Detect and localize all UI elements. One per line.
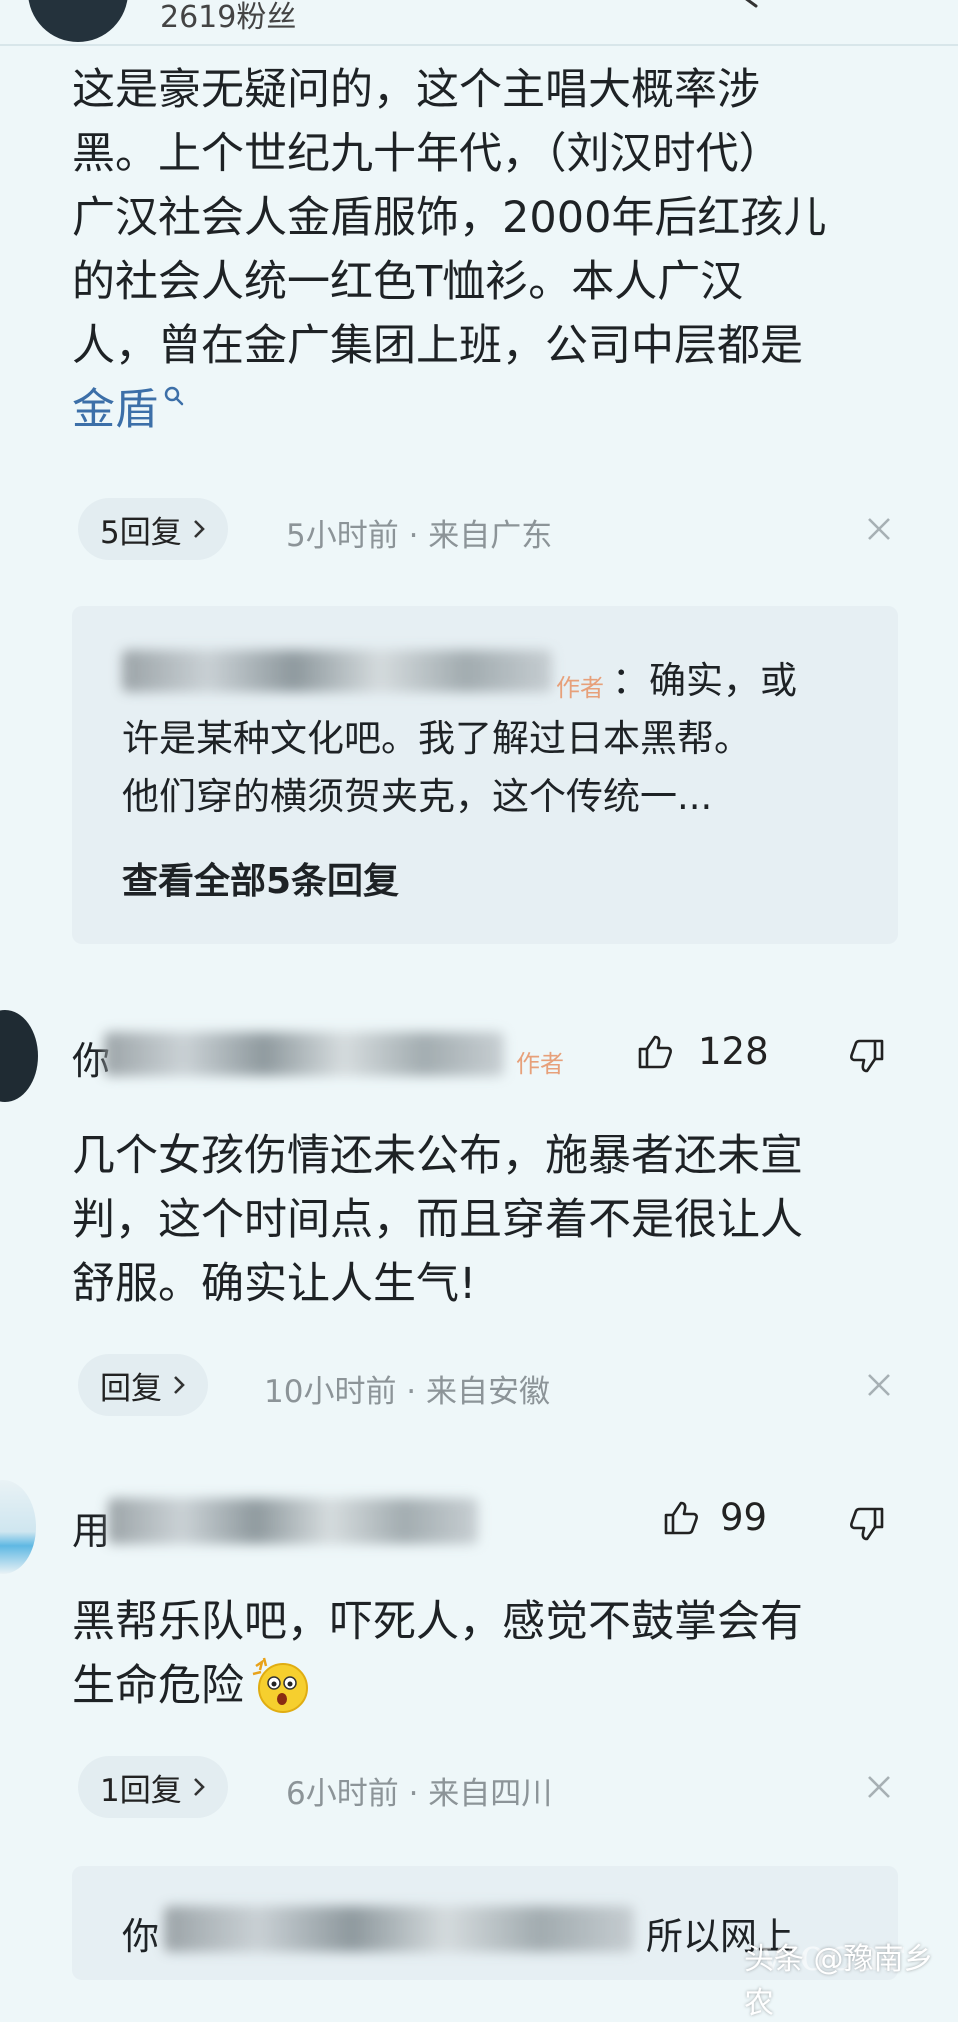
like-count: 128 <box>698 1030 769 1073</box>
top-bar <box>0 0 958 44</box>
reply-button[interactable]: 回复 <box>78 1354 208 1416</box>
watermark: 头条 @豫南乡农 <box>744 1942 934 2021</box>
reply-label: 回复 <box>100 1370 162 1407</box>
comment-meta: 5小时前 · 来自广东 <box>286 518 553 554</box>
comment-author-initial: 用 <box>72 1509 111 1553</box>
close-icon[interactable] <box>866 1372 892 1398</box>
reply-preview-text: ：确实，或 许是某种文化吧。我了解过日本黑帮。 他们穿的横须贺夹克，这个传统一.… <box>122 659 797 818</box>
like-count: 99 <box>720 1496 768 1539</box>
close-icon[interactable] <box>866 1774 892 1800</box>
username-blurred <box>108 1498 478 1544</box>
thumbs-up-icon[interactable] <box>660 1498 700 1538</box>
view-all-replies-link[interactable]: 查看全部5条回复 <box>122 852 399 904</box>
comment-meta: 10小时前 · 来自安徽 <box>264 1374 551 1410</box>
username-blurred <box>164 1906 634 1952</box>
close-icon[interactable] <box>866 516 892 542</box>
comment-text: 黑帮乐队吧，吓死人，感觉不鼓掌会有 生命危险 <box>72 1590 932 1718</box>
avatar[interactable] <box>0 1010 38 1102</box>
chevron-right-icon <box>174 1376 185 1394</box>
reply-button[interactable]: 5回复 <box>78 498 228 560</box>
comment-text: 这是豪无疑问的，这个主唱大概率涉 黑。上个世纪九十年代，（刘汉时代） 广汉社会人… <box>72 65 827 435</box>
search-icon[interactable] <box>162 384 186 408</box>
thumbs-down-icon[interactable] <box>848 1036 888 1076</box>
chevron-right-icon <box>193 520 205 538</box>
author-tag: 作者 <box>516 1050 564 1078</box>
reply-label: 5回复 <box>100 514 182 551</box>
comment-text: 几个女孩伤情还未公布，施暴者还未宣 判，这个时间点，而且穿着不是很让人 舒服。确… <box>72 1131 803 1309</box>
reply-button[interactable]: 1回复 <box>78 1756 228 1818</box>
keyword-link[interactable]: 金盾 <box>72 385 158 435</box>
reply-author-initial: 你 <box>122 1915 159 1958</box>
avatar[interactable] <box>0 1480 36 1574</box>
username-blurred <box>104 1032 504 1076</box>
thumbs-up-icon[interactable] <box>634 1032 674 1072</box>
chevron-right-icon <box>193 1778 205 1796</box>
shocked-emoji-icon <box>252 1657 308 1713</box>
search-icon[interactable] <box>730 0 764 20</box>
reply-label: 1回复 <box>100 1772 182 1809</box>
divider <box>0 44 958 46</box>
comment-meta: 6小时前 · 来自四川 <box>286 1776 553 1812</box>
thumbs-down-icon[interactable] <box>848 1504 888 1544</box>
fans-count: 2619粉丝 <box>160 0 297 35</box>
